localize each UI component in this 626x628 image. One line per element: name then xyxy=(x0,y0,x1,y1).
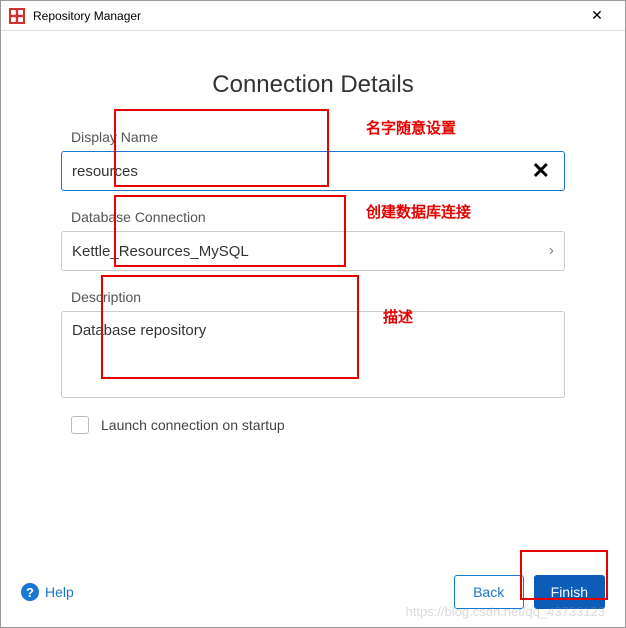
finish-button[interactable]: Finish xyxy=(534,575,605,609)
help-icon: ? xyxy=(21,583,39,601)
description-wrap[interactable] xyxy=(61,311,565,398)
clear-icon[interactable]: ✕ xyxy=(528,158,554,184)
chevron-right-icon: › xyxy=(549,242,554,260)
display-name-input[interactable] xyxy=(72,163,528,180)
help-label: Help xyxy=(45,584,74,600)
window-title: Repository Manager xyxy=(33,9,141,23)
dialog-window: Repository Manager ✕ Connection Details … xyxy=(0,0,626,628)
launch-startup-label: Launch connection on startup xyxy=(101,417,285,433)
db-connection-value: Kettle_Resources_MySQL xyxy=(72,243,249,260)
content-area: Connection Details Display Name ✕ Databa… xyxy=(1,31,625,434)
display-name-group: Display Name ✕ xyxy=(61,129,565,191)
db-connection-group: Database Connection Kettle_Resources_MyS… xyxy=(61,209,565,271)
description-label: Description xyxy=(61,289,565,305)
titlebar: Repository Manager ✕ xyxy=(1,1,625,31)
launch-startup-checkbox[interactable] xyxy=(71,416,89,434)
button-group: Back Finish xyxy=(454,575,605,609)
description-input[interactable] xyxy=(72,322,554,382)
db-connection-label: Database Connection xyxy=(61,209,565,225)
page-heading: Connection Details xyxy=(61,71,565,99)
close-button[interactable]: ✕ xyxy=(577,2,617,30)
help-link[interactable]: ? Help xyxy=(21,583,74,601)
description-group: Description xyxy=(61,289,565,398)
back-button[interactable]: Back xyxy=(454,575,524,609)
db-connection-select[interactable]: Kettle_Resources_MySQL › xyxy=(61,231,565,271)
launch-startup-row: Launch connection on startup xyxy=(61,416,565,434)
display-name-input-wrap[interactable]: ✕ xyxy=(61,151,565,191)
display-name-label: Display Name xyxy=(61,129,565,145)
footer: ? Help Back Finish xyxy=(1,575,625,609)
app-icon xyxy=(9,8,25,24)
